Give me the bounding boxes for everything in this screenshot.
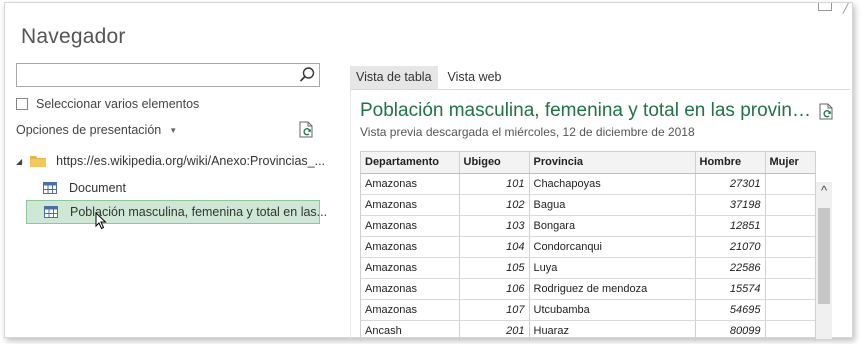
scroll-up-icon[interactable]: ^: [816, 184, 832, 198]
folder-icon: [30, 156, 47, 167]
table-row: Amazonas 102 Bagua 37198 36: [361, 194, 815, 216]
table-cell: Ancash: [361, 320, 460, 341]
table-cell: 27301: [695, 173, 766, 195]
multi-select-label: Seleccionar varios elementos: [36, 97, 200, 111]
table-icon: [43, 182, 57, 194]
column-header: Hombre: [695, 152, 766, 174]
view-tabs: Vista de tabla Vista web: [350, 66, 508, 89]
multi-select-option[interactable]: Seleccionar varios elementos: [16, 97, 199, 111]
expand-triangle-icon[interactable]: ◢: [16, 157, 22, 166]
scroll-thumb[interactable]: [818, 208, 830, 304]
preview-table: Departamento Ubigeo Provincia Hombre Muj…: [360, 151, 816, 341]
table-cell: 12851: [695, 215, 766, 237]
table-cell: 21: [765, 236, 815, 258]
table-cell: Utcubamba: [529, 299, 696, 321]
column-header: Departamento: [361, 152, 460, 174]
multi-select-checkbox[interactable]: [16, 98, 28, 110]
table-cell: Amazonas: [361, 215, 460, 237]
table-cell: 83: [765, 320, 815, 341]
table-cell: Amazonas: [361, 257, 460, 279]
display-options-dropdown[interactable]: Opciones de presentación ▼: [16, 123, 177, 137]
table-cell: Amazonas: [361, 173, 460, 195]
table-cell: 21: [765, 257, 815, 279]
table-cell: 104: [459, 236, 530, 258]
table-cell: 22586: [695, 257, 766, 279]
table-cell: Amazonas: [361, 236, 460, 258]
search-icon[interactable]: [298, 66, 316, 84]
table-row: Amazonas 103 Bongara 12851 12: [361, 215, 815, 237]
maximize-button[interactable]: [818, 3, 832, 11]
table-cell: 105: [459, 257, 530, 279]
table-header-row: Departamento Ubigeo Provincia Hombre Muj…: [361, 152, 815, 174]
column-header: Mujer: [765, 152, 815, 174]
column-header: Ubigeo: [459, 152, 530, 174]
table-cell: 15574: [695, 278, 766, 300]
table-row: Amazonas 107 Utcubamba 54695 52: [361, 299, 815, 321]
table-cell: 102: [459, 194, 530, 216]
table-cell: 103: [459, 215, 530, 237]
table-cell: Bongara: [529, 215, 696, 237]
table-cell: 106: [459, 278, 530, 300]
chevron-down-icon: ▼: [169, 125, 178, 135]
table-cell: 14: [765, 278, 815, 300]
table-cell: Amazonas: [361, 299, 460, 321]
tree-item-label: Población masculina, femenina y total en…: [70, 205, 328, 219]
table-row: Ancash 201 Huaraz 80099 83: [361, 320, 815, 341]
window-title: Navegador: [21, 25, 126, 48]
table-row: Amazonas 104 Condorcanqui 21070 21: [361, 236, 815, 258]
preview-subtitle: Vista previa descargada el miércoles, 12…: [360, 125, 695, 139]
table-cell: 28: [765, 173, 815, 195]
table-cell: 54695: [695, 299, 766, 321]
tab-web-view[interactable]: Vista web: [442, 66, 508, 89]
table-row: Amazonas 106 Rodriguez de mendoza 15574 …: [361, 278, 815, 300]
table-icon: [44, 206, 58, 218]
table-cell: Amazonas: [361, 278, 460, 300]
vertical-scrollbar[interactable]: ^: [816, 182, 832, 339]
table-cell: 201: [459, 320, 530, 341]
column-header: Provincia: [529, 152, 696, 174]
table-cell: Rodriguez de mendoza: [529, 278, 696, 300]
table-cell: 52: [765, 299, 815, 321]
refresh-icon[interactable]: [818, 103, 834, 121]
table-cell: 21070: [695, 236, 766, 258]
table-cell: 37198: [695, 194, 766, 216]
mouse-cursor-icon: [95, 212, 107, 230]
table-cell: 36: [765, 194, 815, 216]
tree-item-label: Document: [69, 181, 126, 195]
tree-item-document[interactable]: Document: [26, 176, 126, 200]
search-text[interactable]: [17, 64, 287, 86]
table-cell: Bagua: [529, 194, 696, 216]
refresh-icon[interactable]: [298, 121, 314, 139]
table-row: Amazonas 105 Luya 22586 21: [361, 257, 815, 279]
search-input[interactable]: [16, 63, 320, 87]
table-cell: 12: [765, 215, 815, 237]
display-options-label: Opciones de presentación: [16, 123, 162, 137]
tree-root-label: https://es.wikipedia.org/wiki/Anexo:Prov…: [56, 154, 326, 168]
table-cell: Amazonas: [361, 194, 460, 216]
table-cell: 101: [459, 173, 530, 195]
close-icon[interactable]: ╱: [843, 3, 850, 13]
tree-root-node[interactable]: ◢ https://es.wikipedia.org/wiki/Anexo:Pr…: [16, 154, 325, 168]
table-cell: 107: [459, 299, 530, 321]
table-cell: Chachapoyas: [529, 173, 696, 195]
table-cell: Condorcanqui: [529, 236, 696, 258]
preview-title: Población masculina, femenina y total en…: [360, 100, 820, 121]
table-row: Amazonas 101 Chachapoyas 27301 28: [361, 173, 815, 195]
tab-table-view[interactable]: Vista de tabla: [350, 66, 438, 89]
table-cell: Huaraz: [529, 320, 696, 341]
tree-item-poblacion-table[interactable]: Población masculina, femenina y total en…: [26, 200, 327, 224]
table-cell: 80099: [695, 320, 766, 341]
table-cell: Luya: [529, 257, 696, 279]
